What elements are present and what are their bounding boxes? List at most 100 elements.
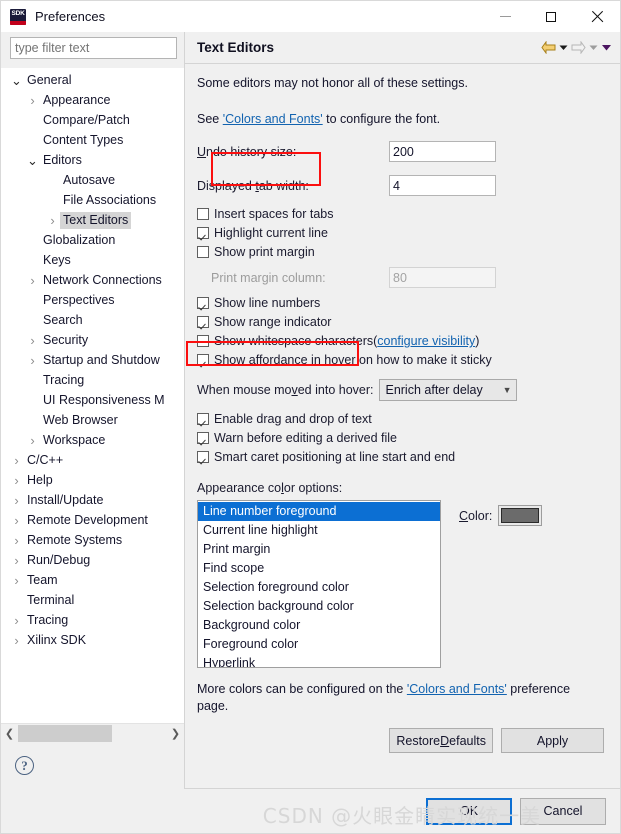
sidebar-item-compare-patch[interactable]: Compare/Patch (1, 110, 184, 130)
list-item[interactable]: Selection foreground color (198, 578, 440, 597)
chevron-down-icon[interactable]: ⌄ (9, 74, 24, 87)
sidebar-item-tracing[interactable]: Tracing (1, 370, 184, 390)
scrollbar-thumb[interactable] (18, 725, 112, 742)
sidebar-item-content-types[interactable]: Content Types (1, 130, 184, 150)
back-history-button[interactable] (558, 38, 569, 58)
list-item[interactable]: Selection background color (198, 597, 440, 616)
chevron-down-icon[interactable]: ⌄ (25, 154, 40, 167)
sidebar-item-keys[interactable]: Keys (1, 250, 184, 270)
chevron-right-icon[interactable]: › (25, 354, 40, 367)
checkbox-row-drag-drop[interactable]: Enable drag and drop of text (197, 412, 606, 426)
sidebar-item-perspectives[interactable]: Perspectives (1, 290, 184, 310)
page-menu-button[interactable] (601, 38, 612, 58)
chevron-right-icon[interactable]: › (9, 554, 24, 567)
checkbox-row-show-affordance[interactable]: Show affordance in hover on how to make … (197, 353, 606, 367)
cancel-button[interactable]: Cancel (520, 797, 606, 825)
maximize-button[interactable] (528, 1, 574, 32)
checkbox-icon-checked[interactable] (197, 354, 209, 366)
tab-width-input[interactable] (389, 175, 496, 196)
sidebar-item-search[interactable]: Search (1, 310, 184, 330)
ok-button[interactable]: OK (426, 797, 512, 825)
chevron-right-icon[interactable]: › (9, 614, 24, 627)
chevron-right-icon[interactable]: › (25, 434, 40, 447)
checkbox-icon-unchecked[interactable] (197, 335, 209, 347)
sidebar-item-file-associations[interactable]: File Associations (1, 190, 184, 210)
sidebar-item-workspace[interactable]: › Workspace (1, 430, 184, 450)
list-item[interactable]: Foreground color (198, 635, 440, 654)
checkbox-icon-checked[interactable] (197, 227, 209, 239)
sidebar-item-remote-development[interactable]: › Remote Development (1, 510, 184, 530)
scrollbar-track[interactable] (18, 725, 167, 742)
checkbox-icon-checked[interactable] (197, 297, 209, 309)
checkbox-icon-unchecked[interactable] (197, 246, 209, 258)
colors-and-fonts-link-footer[interactable]: 'Colors and Fonts' (407, 682, 507, 696)
sidebar-item-web-browser[interactable]: Web Browser (1, 410, 184, 430)
appearance-color-listbox[interactable]: Line number foreground Current line highl… (197, 500, 441, 668)
chevron-right-icon[interactable]: › (9, 514, 24, 527)
sidebar-item-install-update[interactable]: › Install/Update (1, 490, 184, 510)
colors-and-fonts-link[interactable]: 'Colors and Fonts' (223, 112, 323, 126)
chevron-right-icon[interactable]: › (9, 634, 24, 647)
minimize-button[interactable] (482, 1, 528, 32)
preference-tree[interactable]: ⌄ General › Appearance Compare/Patch Content … (1, 69, 184, 723)
checkbox-row-show-line-numbers[interactable]: Show line numbers (197, 296, 606, 310)
sidebar-item-text-editors[interactable]: › Text Editors (1, 210, 184, 230)
sidebar-item-network-connections[interactable]: › Network Connections (1, 270, 184, 290)
list-item[interactable]: Print margin (198, 540, 440, 559)
checkbox-icon-checked[interactable] (197, 413, 209, 425)
checkbox-row-insert-spaces[interactable]: Insert spaces for tabs (197, 207, 606, 221)
undo-history-input[interactable] (389, 141, 496, 162)
hover-mode-select[interactable]: Enrich after delay ▼ (379, 379, 518, 401)
chevron-right-icon[interactable]: › (9, 474, 24, 487)
restore-defaults-button[interactable]: Restore Defaults (389, 728, 493, 753)
checkbox-icon-checked[interactable] (197, 432, 209, 444)
checkbox-row-show-whitespace[interactable]: Show whitespace characters (configure vi… (197, 334, 606, 348)
sidebar-item-appearance[interactable]: › Appearance (1, 90, 184, 110)
checkbox-row-smart-caret[interactable]: Smart caret positioning at line start an… (197, 450, 606, 464)
back-button[interactable] (541, 38, 556, 58)
chevron-right-icon[interactable]: › (25, 274, 40, 287)
checkbox-icon-unchecked[interactable] (197, 208, 209, 220)
list-item[interactable]: Hyperlink (198, 654, 440, 667)
sidebar-item-autosave[interactable]: Autosave (1, 170, 184, 190)
chevron-right-icon[interactable]: › (9, 574, 24, 587)
chevron-right-icon[interactable]: › (9, 494, 24, 507)
sidebar-item-c-c[interactable]: › C/C++ (1, 450, 184, 470)
sidebar-item-remote-systems[interactable]: › Remote Systems (1, 530, 184, 550)
forward-history-button[interactable] (588, 38, 599, 58)
checkbox-icon-checked[interactable] (197, 316, 209, 328)
sidebar-item-terminal[interactable]: Terminal (1, 590, 184, 610)
list-item[interactable]: Line number foreground (198, 502, 440, 521)
sidebar-item-globalization[interactable]: Globalization (1, 230, 184, 250)
chevron-right-icon[interactable]: › (45, 214, 60, 227)
sidebar-item-security[interactable]: › Security (1, 330, 184, 350)
chevron-right-icon[interactable]: ❯ (167, 725, 184, 742)
tree-horizontal-scrollbar[interactable]: ❮ ❯ (1, 723, 184, 743)
list-item[interactable]: Background color (198, 616, 440, 635)
list-item[interactable]: Current line highlight (198, 521, 440, 540)
configure-visibility-link[interactable]: configure visibility (377, 334, 475, 348)
sidebar-item-general[interactable]: ⌄ General (1, 70, 184, 90)
chevron-right-icon[interactable]: › (25, 334, 40, 347)
checkbox-row-show-print-margin[interactable]: Show print margin (197, 245, 606, 259)
list-item[interactable]: Find scope (198, 559, 440, 578)
checkbox-row-show-range-indicator[interactable]: Show range indicator (197, 315, 606, 329)
close-button[interactable] (574, 1, 620, 32)
sidebar-item-tracing[interactable]: › Tracing (1, 610, 184, 630)
chevron-right-icon[interactable]: › (25, 94, 40, 107)
chevron-right-icon[interactable]: › (9, 534, 24, 547)
apply-button[interactable]: Apply (501, 728, 604, 753)
sidebar-item-team[interactable]: › Team (1, 570, 184, 590)
sidebar-item-startup-and-shutdow[interactable]: › Startup and Shutdow (1, 350, 184, 370)
forward-button[interactable] (571, 38, 586, 58)
sidebar-item-xilinx-sdk[interactable]: › Xilinx SDK (1, 630, 184, 650)
checkbox-row-warn-derived[interactable]: Warn before editing a derived file (197, 431, 606, 445)
checkbox-icon-checked[interactable] (197, 451, 209, 463)
search-input[interactable] (10, 37, 177, 59)
sidebar-item-run-debug[interactable]: › Run/Debug (1, 550, 184, 570)
sidebar-item-help[interactable]: › Help (1, 470, 184, 490)
chevron-left-icon[interactable]: ❮ (1, 725, 18, 742)
checkbox-row-highlight-current-line[interactable]: Highlight current line (197, 226, 606, 240)
color-swatch-button[interactable] (498, 505, 543, 526)
help-question-icon[interactable]: ? (15, 756, 34, 775)
